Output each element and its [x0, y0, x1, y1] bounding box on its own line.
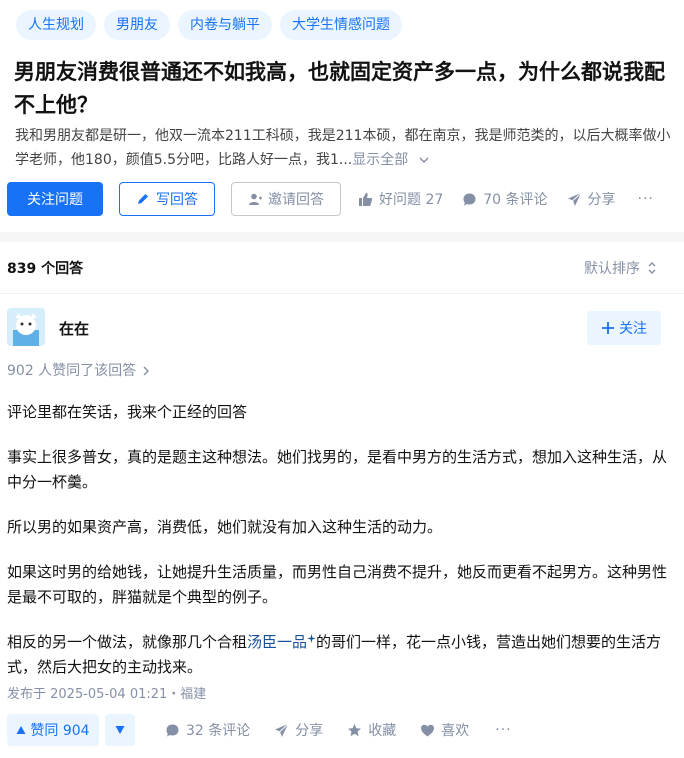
answer-share-label: 分享: [295, 723, 324, 739]
answer-paragraph: 所以男的如果资产高，消费低，她们就没有加入这种生活的动力。: [7, 518, 443, 536]
star-icon: [348, 723, 362, 736]
thumbs-up-icon: [359, 192, 373, 206]
keyword-link[interactable]: 汤臣一品: [247, 633, 307, 651]
write-answer-label: 写回答: [156, 192, 198, 208]
approval-count-text: 902 人赞同了该回答: [7, 363, 137, 379]
answer-content: 评论里都在笑话，我来个正经的回答 事实上很多普女，真的是题主这种想法。她们找男的…: [7, 400, 667, 700]
question-share-button[interactable]: 分享: [567, 189, 616, 209]
answer-comments-label: 32 条评论: [186, 723, 251, 739]
vote-up-label: 赞同 904: [30, 723, 90, 739]
collect-label: 收藏: [368, 723, 397, 739]
follow-author-button[interactable]: 关注: [587, 311, 661, 345]
sort-dropdown[interactable]: 默认排序: [584, 258, 658, 278]
show-all-link[interactable]: 显示全部: [352, 152, 430, 168]
plus-icon: [602, 322, 614, 334]
triangle-down-icon: [115, 726, 125, 734]
comment-icon: [463, 193, 476, 205]
show-all-label: 显示全部: [352, 152, 409, 168]
sort-label: 默认排序: [584, 261, 640, 277]
topic-list: 人生规划 男朋友 内卷与躺平 大学生情感问题: [16, 10, 402, 40]
answer-list-header: 839 个回答 默认排序: [0, 242, 684, 294]
publish-time: 发布于 2025-05-04 01:21・福建: [7, 687, 207, 702]
answer-count: 839 个回答: [7, 261, 84, 277]
answer-paragraph: 评论里都在笑话，我来个正经的回答: [7, 403, 248, 421]
question-actions: 关注问题 写回答 邀请回答 好问题 27 70 条评论 分享 ···: [7, 182, 654, 216]
like-button[interactable]: 喜欢: [420, 720, 469, 740]
question-comments-button[interactable]: 70 条评论: [462, 189, 548, 209]
invite-answer-button[interactable]: 邀请回答: [231, 182, 341, 216]
follow-author-label: 关注: [619, 321, 647, 337]
answer-paragraph: 相反的另一个做法，就像那几个合租汤臣一品 的哥们一样，花一点小钱，营造出她们想要的…: [7, 630, 667, 680]
answer-more-button[interactable]: ···: [495, 722, 511, 738]
answer-paragraph: 事实上很多普女，真的是题主这种想法。她们找男的，是看中男方的生活方式，想加入这种…: [7, 448, 668, 491]
vote-down-button[interactable]: [105, 714, 135, 746]
follow-question-button[interactable]: 关注问题: [7, 182, 103, 216]
invite-user-icon: [249, 193, 262, 205]
chevron-right-icon: [143, 366, 149, 376]
author-name[interactable]: 在在: [59, 318, 89, 339]
answer-action-bar: 赞同 904 32 条评论 分享 收藏 喜欢 ···: [7, 714, 512, 746]
share-icon: [275, 723, 289, 737]
avatar[interactable]: [7, 308, 45, 346]
question-comments-label: 70 条评论: [483, 192, 548, 208]
answer-share-button[interactable]: 分享: [274, 720, 323, 740]
question-description: 我和男朋友都是研一，他双一流本211工科硕，我是211本硕，都在南京，我是师范类…: [15, 124, 675, 172]
good-question-button[interactable]: 好问题 27: [358, 189, 443, 209]
paragraph-text: 相反的另一个做法，就像那几个合租: [7, 633, 248, 651]
question-share-label: 分享: [587, 192, 616, 208]
approval-count-link[interactable]: 902 人赞同了该回答: [7, 360, 151, 380]
triangle-up-icon: [16, 726, 26, 734]
vote-up-button[interactable]: 赞同 904: [7, 714, 99, 746]
topic-tag[interactable]: 男朋友: [104, 10, 170, 40]
sparkle-icon: [307, 634, 317, 643]
heart-icon: [421, 724, 435, 736]
answer-paragraph: 如果这时男的给她钱，让她提升生活质量，而男性自己消费不提升，她反而更看不起男方。…: [7, 563, 668, 606]
question-title[interactable]: 男朋友消费很普通还不如我高，也就固定资产多一点，为什么都说我配不上他？: [14, 56, 670, 122]
avatar-image: [7, 308, 45, 346]
collect-button[interactable]: 收藏: [347, 720, 396, 740]
like-label: 喜欢: [441, 723, 470, 739]
good-question-label: 好问题 27: [379, 192, 444, 208]
answer-comments-button[interactable]: 32 条评论: [165, 720, 250, 740]
chevron-down-icon: [419, 157, 429, 164]
write-answer-button[interactable]: 写回答: [119, 182, 215, 216]
question-card: 人生规划 男朋友 内卷与躺平 大学生情感问题 男朋友消费很普通还不如我高，也就固…: [0, 0, 684, 232]
pencil-icon: [138, 194, 148, 204]
answer-card: 839 个回答 默认排序 在在 关注 902 人赞同了该回答 评论里都在笑话，我…: [0, 242, 684, 758]
question-more-button[interactable]: ···: [638, 191, 654, 207]
sort-chevron-icon: [648, 262, 656, 274]
comment-icon: [166, 724, 179, 736]
topic-tag[interactable]: 大学生情感问题: [280, 10, 402, 40]
share-icon: [567, 192, 581, 206]
question-description-text: 我和男朋友都是研一，他双一流本211工科硕，我是211本硕，都在南京，我是师范类…: [15, 128, 671, 168]
topic-tag[interactable]: 人生规划: [16, 10, 96, 40]
invite-answer-label: 邀请回答: [268, 192, 324, 208]
topic-tag[interactable]: 内卷与躺平: [178, 10, 272, 40]
